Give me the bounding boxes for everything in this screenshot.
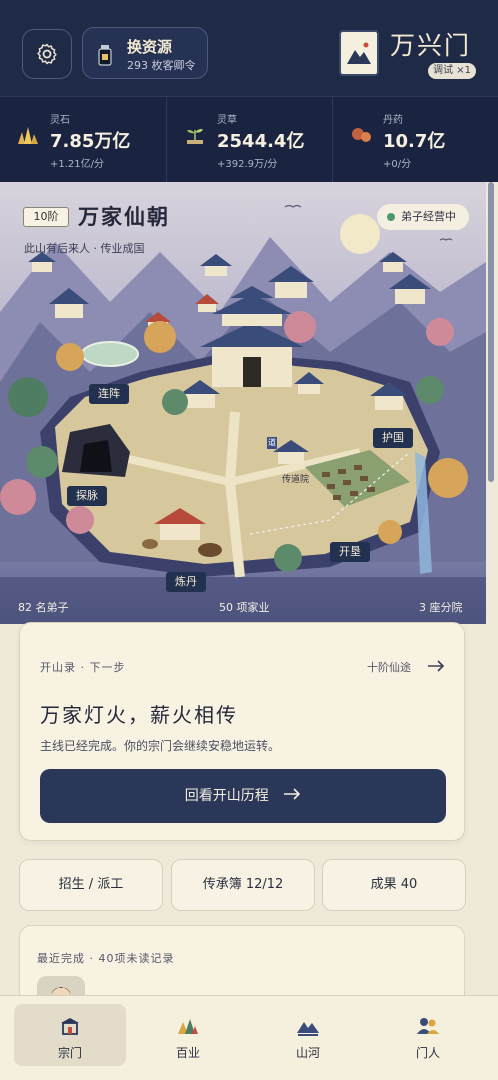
switch-resource-title: 换资源 (127, 38, 173, 56)
status-dot-icon (387, 213, 395, 221)
industry-icon (178, 1019, 198, 1034)
branch-count: 3 座分院 (419, 601, 463, 614)
building-guard[interactable]: 护国 (373, 428, 413, 448)
mountain-icon (297, 1022, 319, 1036)
main-quest-card: 开山录 · 下一步 十阶仙途 万家灯火，薪火相传 主线已经完成。你的宗门会继续安… (19, 622, 465, 841)
tab-label: 百业 (175, 1046, 200, 1060)
resource-rate: +0/分 (383, 159, 412, 170)
tab-label: 山河 (295, 1046, 320, 1060)
tab-sect[interactable]: 宗门 (14, 1004, 126, 1066)
map-scrollbar[interactable] (488, 182, 494, 482)
disciple-count: 82 名弟子 (18, 601, 69, 614)
mountain-emblem-icon (345, 38, 373, 68)
top-header: 换资源 293 枚客卿令 万兴门 调试 ×1 (0, 0, 498, 96)
resource-value: 7.85万亿 (50, 131, 131, 152)
guest-token-count: 293 枚客卿令 (127, 59, 196, 72)
sect-icon (61, 1018, 79, 1035)
building-hall-label[interactable]: 传道院 (282, 472, 309, 485)
spirit-stone-icon (18, 127, 38, 144)
arrow-right-icon (284, 788, 301, 800)
resource-name: 灵石 (50, 115, 70, 126)
resource-value: 2544.4亿 (217, 131, 305, 152)
hall-sign: 道 (267, 437, 277, 449)
resource-rate: +1.21亿/分 (50, 159, 105, 170)
recruit-assign-button[interactable]: 招生 / 派工 (19, 859, 163, 911)
recent-records-title: 最近完成 · 40项未读记录 (37, 952, 175, 965)
operation-status-text: 弟子经营中 (401, 210, 456, 223)
sect-name: 万兴门 (390, 31, 472, 60)
resource-pill[interactable]: 丹药 10.7亿 +0/分 (332, 97, 498, 183)
building-array[interactable]: 连阵 (89, 384, 129, 404)
people-icon (417, 1018, 439, 1034)
quest-title: 万家灯火，薪火相传 (40, 703, 238, 727)
resource-value: 10.7亿 (383, 131, 446, 152)
settings-button[interactable] (22, 29, 72, 79)
resource-name: 灵草 (217, 115, 237, 126)
achievements-button[interactable]: 成果 40 (322, 859, 466, 911)
gear-icon (37, 43, 57, 65)
resource-herb[interactable]: 灵草 2544.4亿 +392.9万/分 (166, 97, 332, 183)
sect-realm-subtitle: 此山有后来人 · 传业成国 (24, 242, 145, 255)
sect-emblem[interactable] (339, 30, 379, 76)
switch-resource-button[interactable]: 换资源 293 枚客卿令 (82, 27, 208, 79)
resource-rate: +392.9万/分 (217, 159, 278, 170)
tab-industry[interactable]: 百业 (132, 1004, 244, 1066)
building-alchemy[interactable]: 炼丹 (166, 572, 206, 592)
sect-realm-title: 万家仙朝 (78, 204, 170, 229)
operation-status-pill: 弟子经营中 (377, 204, 469, 230)
pill-icon (352, 128, 371, 142)
tab-members[interactable]: 门人 (372, 1004, 484, 1066)
tab-label: 门人 (415, 1046, 440, 1060)
resource-spirit-stone[interactable]: 灵石 7.85万亿 +1.21亿/分 (0, 97, 166, 183)
resource-name: 丹药 (383, 115, 403, 126)
debug-speed-chip[interactable]: 调试 ×1 (428, 63, 476, 79)
industry-count: 50 项家业 (219, 601, 270, 614)
sect-tier-badge: 10阶 (23, 207, 69, 227)
resource-bar: 灵石 7.85万亿 +1.21亿/分 灵草 2544.4亿 +392.9万/分 … (0, 96, 498, 183)
token-icon (98, 45, 112, 66)
quest-kicker: 开山录 · 下一步 (40, 661, 126, 674)
tab-mountains-rivers[interactable]: 山河 (252, 1004, 364, 1066)
building-farm[interactable]: 开垦 (330, 542, 370, 562)
inheritance-book-button[interactable]: 传承簿 12/12 (171, 859, 315, 911)
bottom-navigation: 宗门 百业 山河 门人 (0, 995, 498, 1080)
building-mine[interactable]: 探脉 (67, 486, 107, 506)
quest-description: 主线已经完成。你的宗门会继续安稳地运转。 (40, 739, 281, 753)
herb-icon (187, 128, 203, 144)
tab-label: 宗门 (57, 1046, 82, 1060)
arrow-right-icon[interactable] (427, 659, 445, 673)
review-history-label: 回看开山历程 (184, 788, 269, 804)
next-stage-link[interactable]: 十阶仙途 (367, 659, 411, 675)
review-history-button[interactable]: 回看开山历程 (40, 769, 446, 823)
